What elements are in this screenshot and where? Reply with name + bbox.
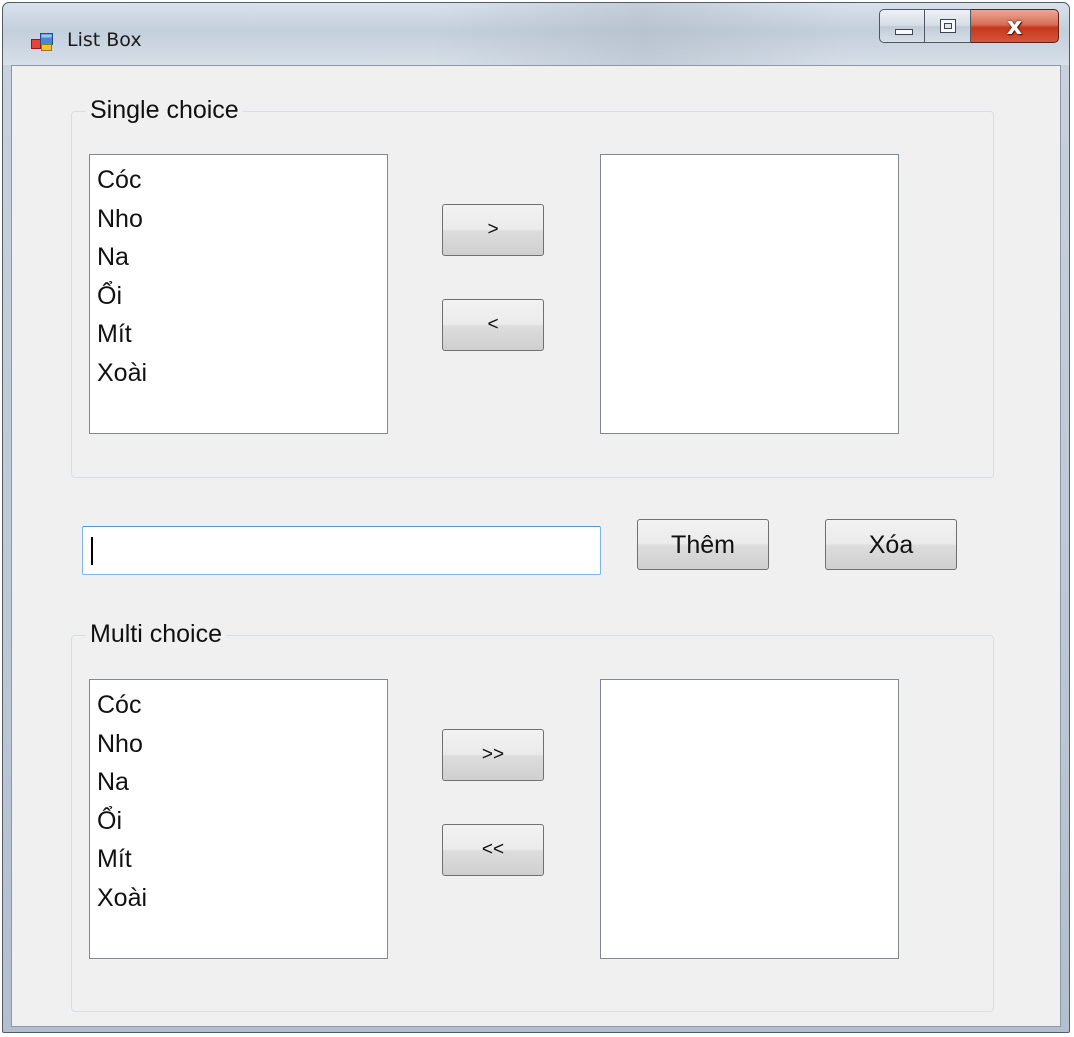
close-button[interactable]: x — [971, 9, 1059, 43]
move-all-right-button[interactable]: >> — [442, 729, 544, 781]
multi-choice-target-list[interactable] — [600, 679, 899, 959]
close-icon: x — [1006, 12, 1023, 40]
maximize-icon — [940, 19, 956, 33]
list-item[interactable]: Ổi — [97, 802, 380, 841]
item-name-input[interactable] — [82, 526, 601, 575]
single-choice-source-list[interactable]: Cóc Nho Na Ổi Mít Xoài — [89, 154, 388, 434]
main-window: List Box x Single choice Cóc Nho Na Ổi M… — [2, 2, 1070, 1033]
single-choice-group-title: Single choice — [86, 96, 243, 125]
maximize-button[interactable] — [925, 9, 971, 43]
move-all-left-button[interactable]: << — [442, 824, 544, 876]
title-bar-glass — [433, 3, 853, 65]
list-item[interactable]: Cóc — [97, 686, 380, 725]
windows-form-icon[interactable] — [31, 33, 53, 51]
move-left-button[interactable]: < — [442, 299, 544, 351]
list-item[interactable]: Xoài — [97, 879, 380, 918]
multi-choice-group-title: Multi choice — [86, 620, 226, 649]
minimize-icon — [895, 29, 913, 35]
title-bar[interactable]: List Box x — [3, 3, 1069, 65]
list-item[interactable]: Mít — [97, 315, 380, 354]
delete-button[interactable]: Xóa — [825, 519, 957, 570]
single-choice-target-list[interactable] — [600, 154, 899, 434]
list-item[interactable]: Xoài — [97, 354, 380, 393]
minimize-button[interactable] — [879, 9, 925, 43]
multi-choice-source-list[interactable]: Cóc Nho Na Ổi Mít Xoài — [89, 679, 388, 959]
caption-buttons: x — [879, 9, 1059, 45]
list-item[interactable]: Nho — [97, 200, 380, 239]
list-item[interactable]: Na — [97, 238, 380, 277]
move-right-button[interactable]: > — [442, 204, 544, 256]
list-item[interactable]: Nho — [97, 725, 380, 764]
client-area: Single choice Cóc Nho Na Ổi Mít Xoài > <… — [11, 65, 1061, 1027]
list-item[interactable]: Na — [97, 763, 380, 802]
list-item[interactable]: Mít — [97, 840, 380, 879]
text-caret — [91, 537, 93, 565]
window-title: List Box — [67, 29, 142, 51]
list-item[interactable]: Ổi — [97, 277, 380, 316]
list-item[interactable]: Cóc — [97, 161, 380, 200]
add-button[interactable]: Thêm — [637, 519, 769, 570]
